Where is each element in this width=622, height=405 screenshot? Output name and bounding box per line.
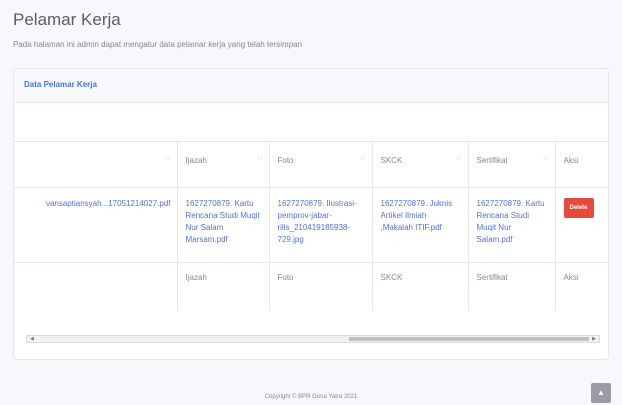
table-scroll-area[interactable]: ↑↓ Ijazah ↑↓ Foto ↑↓ SKCK ↑↓ Sertifikat … (14, 141, 608, 331)
column-header-sertifikat[interactable]: Sertifikat ↑↓ (468, 141, 556, 188)
column-header-ijazah[interactable]: Ijazah ↑↓ (177, 141, 270, 188)
footer-copyright: Copyright © BPR Guna Yatra 2021 (264, 394, 358, 400)
file-link-sertifikat[interactable]: 1627270879. Kartu Rencana Studi Muqit Nu… (468, 187, 556, 263)
table-row: vansaptiansyah...17051214027.pdf 1627270… (14, 187, 608, 263)
column-header-foto[interactable]: Foto ↑↓ (269, 141, 373, 188)
sort-arrows-icon[interactable]: ↑↓ (257, 156, 263, 162)
footer-cell-file (14, 262, 178, 311)
footer-cell-aksi: Aksi (555, 262, 608, 311)
card-header: Data Pelamar Kerja (14, 69, 608, 103)
scroll-left-icon[interactable]: ◀ (28, 336, 36, 342)
applicants-table: ↑↓ Ijazah ↑↓ Foto ↑↓ SKCK ↑↓ Sertifikat … (14, 141, 608, 311)
page-description: Pada halaman ini admin dapat mengatur da… (13, 40, 303, 49)
data-card: Data Pelamar Kerja ↑↓ Ijazah ↑↓ Foto ↑↓ … (13, 68, 609, 360)
file-link-skck[interactable]: 1627270879. Juknis Artikel Ilmiah ,Makal… (372, 187, 469, 263)
horizontal-scrollbar[interactable]: ◀ ▶ (26, 335, 600, 343)
column-header-skck[interactable]: SKCK ↑↓ (372, 141, 469, 188)
sort-arrows-icon[interactable]: ↑↓ (360, 156, 366, 162)
delete-button[interactable]: Delete (563, 198, 594, 218)
file-link-cv[interactable]: vansaptiansyah...17051214027.pdf (14, 187, 178, 263)
sort-arrows-icon[interactable]: ↑↓ (456, 156, 462, 162)
page-title: Pelamar Kerja (13, 10, 121, 29)
chevron-up-icon: ▲ (597, 388, 605, 397)
footer-cell-sertifikat: Sertifikat (468, 262, 556, 311)
column-header-file[interactable]: ↑↓ (14, 141, 178, 188)
footer-cell-ijazah: Ijazah (177, 262, 270, 311)
column-header-aksi[interactable]: Aksi (555, 141, 608, 188)
sort-arrows-icon[interactable]: ↑↓ (165, 156, 171, 162)
scroll-right-icon[interactable]: ▶ (590, 336, 598, 342)
file-link-foto[interactable]: 1627270879. Ilustrasi-pemprov-jabar-rili… (269, 187, 373, 263)
scroll-to-top-button[interactable]: ▲ (591, 383, 611, 403)
sort-arrows-icon[interactable]: ↑↓ (543, 156, 549, 162)
footer-cell-skck: SKCK (372, 262, 469, 311)
footer-cell-foto: Foto (269, 262, 373, 311)
action-cell: Delete (555, 187, 608, 263)
table-footer-row: Ijazah Foto SKCK Sertifikat Aksi (14, 262, 608, 311)
scrollbar-thumb[interactable] (349, 337, 589, 341)
file-link-ijazah[interactable]: 1627270879. Kartu Rencana Studi Muqit Nu… (177, 187, 270, 263)
